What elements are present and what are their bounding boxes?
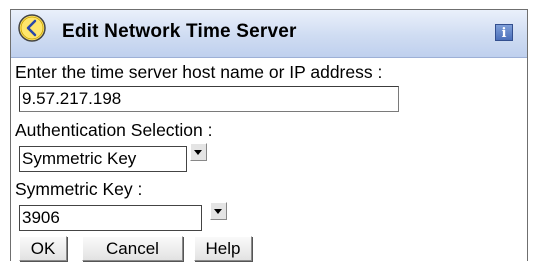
info-icon[interactable]: i xyxy=(495,24,513,41)
ok-button[interactable]: OK xyxy=(19,236,67,261)
symmetric-key-label: Symmetric Key : xyxy=(15,179,143,199)
help-button[interactable]: Help xyxy=(194,236,252,261)
dialog-title: Edit Network Time Server xyxy=(62,21,297,42)
symmetric-key-dropdown-button[interactable] xyxy=(210,202,227,220)
auth-selection-select[interactable]: Symmetric Key xyxy=(19,146,187,172)
auth-selection-label: Authentication Selection : xyxy=(15,120,213,140)
symmetric-key-select[interactable]: 3906 xyxy=(19,205,202,231)
host-label: Enter the time server host name or IP ad… xyxy=(15,62,383,82)
cancel-button[interactable]: Cancel xyxy=(82,236,183,261)
dialog-title-bar: Edit Network Time Server i xyxy=(11,10,527,58)
auth-selection-dropdown-button[interactable] xyxy=(190,143,207,161)
host-input[interactable]: 9.57.217.198 xyxy=(19,86,399,112)
clock-icon xyxy=(18,14,46,42)
